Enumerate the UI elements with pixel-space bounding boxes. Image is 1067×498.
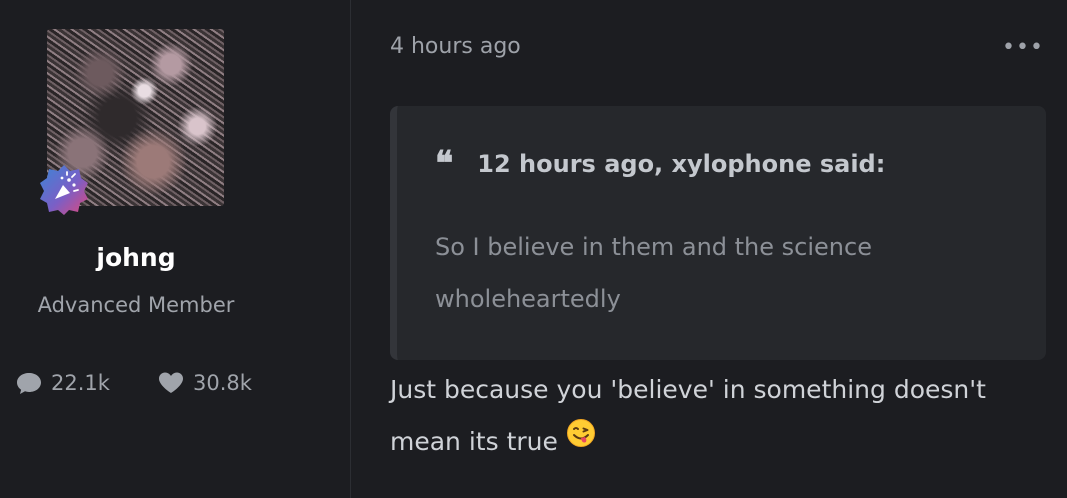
post-text: Just because you 'believe' in something … xyxy=(390,375,986,456)
reputation-stat: 30.8k xyxy=(158,371,252,395)
author-username[interactable]: johng xyxy=(0,243,272,272)
quote-text: So I believe in them and the science who… xyxy=(435,233,872,313)
face-savoring-food-emoji xyxy=(566,414,596,466)
reputation-value: 30.8k xyxy=(193,371,252,395)
more-options-icon[interactable]: ••• xyxy=(1002,37,1044,59)
party-popper-badge-icon[interactable] xyxy=(38,163,90,215)
post-content: 4 hours ago ••• ❝ 12 hours ago, xylophon… xyxy=(351,0,1067,498)
quote-icon: ❝ xyxy=(435,144,454,184)
heart-icon xyxy=(159,372,183,393)
post-timestamp[interactable]: 4 hours ago xyxy=(390,34,521,59)
post-body: Just because you 'believe' in something … xyxy=(390,364,1050,468)
author-panel: johng Advanced Member 22.1k 30.8k xyxy=(0,0,351,498)
comment-icon xyxy=(17,373,41,394)
quote-attribution[interactable]: 12 hours ago, xylophone said: xyxy=(477,150,885,178)
author-rank: Advanced Member xyxy=(37,293,235,317)
post-count-stat: 22.1k xyxy=(16,371,110,395)
post-count-value: 22.1k xyxy=(51,371,110,395)
quote-header: ❝ 12 hours ago, xylophone said: xyxy=(435,144,885,184)
quote-block: ❝ 12 hours ago, xylophone said: So I bel… xyxy=(390,106,1046,360)
